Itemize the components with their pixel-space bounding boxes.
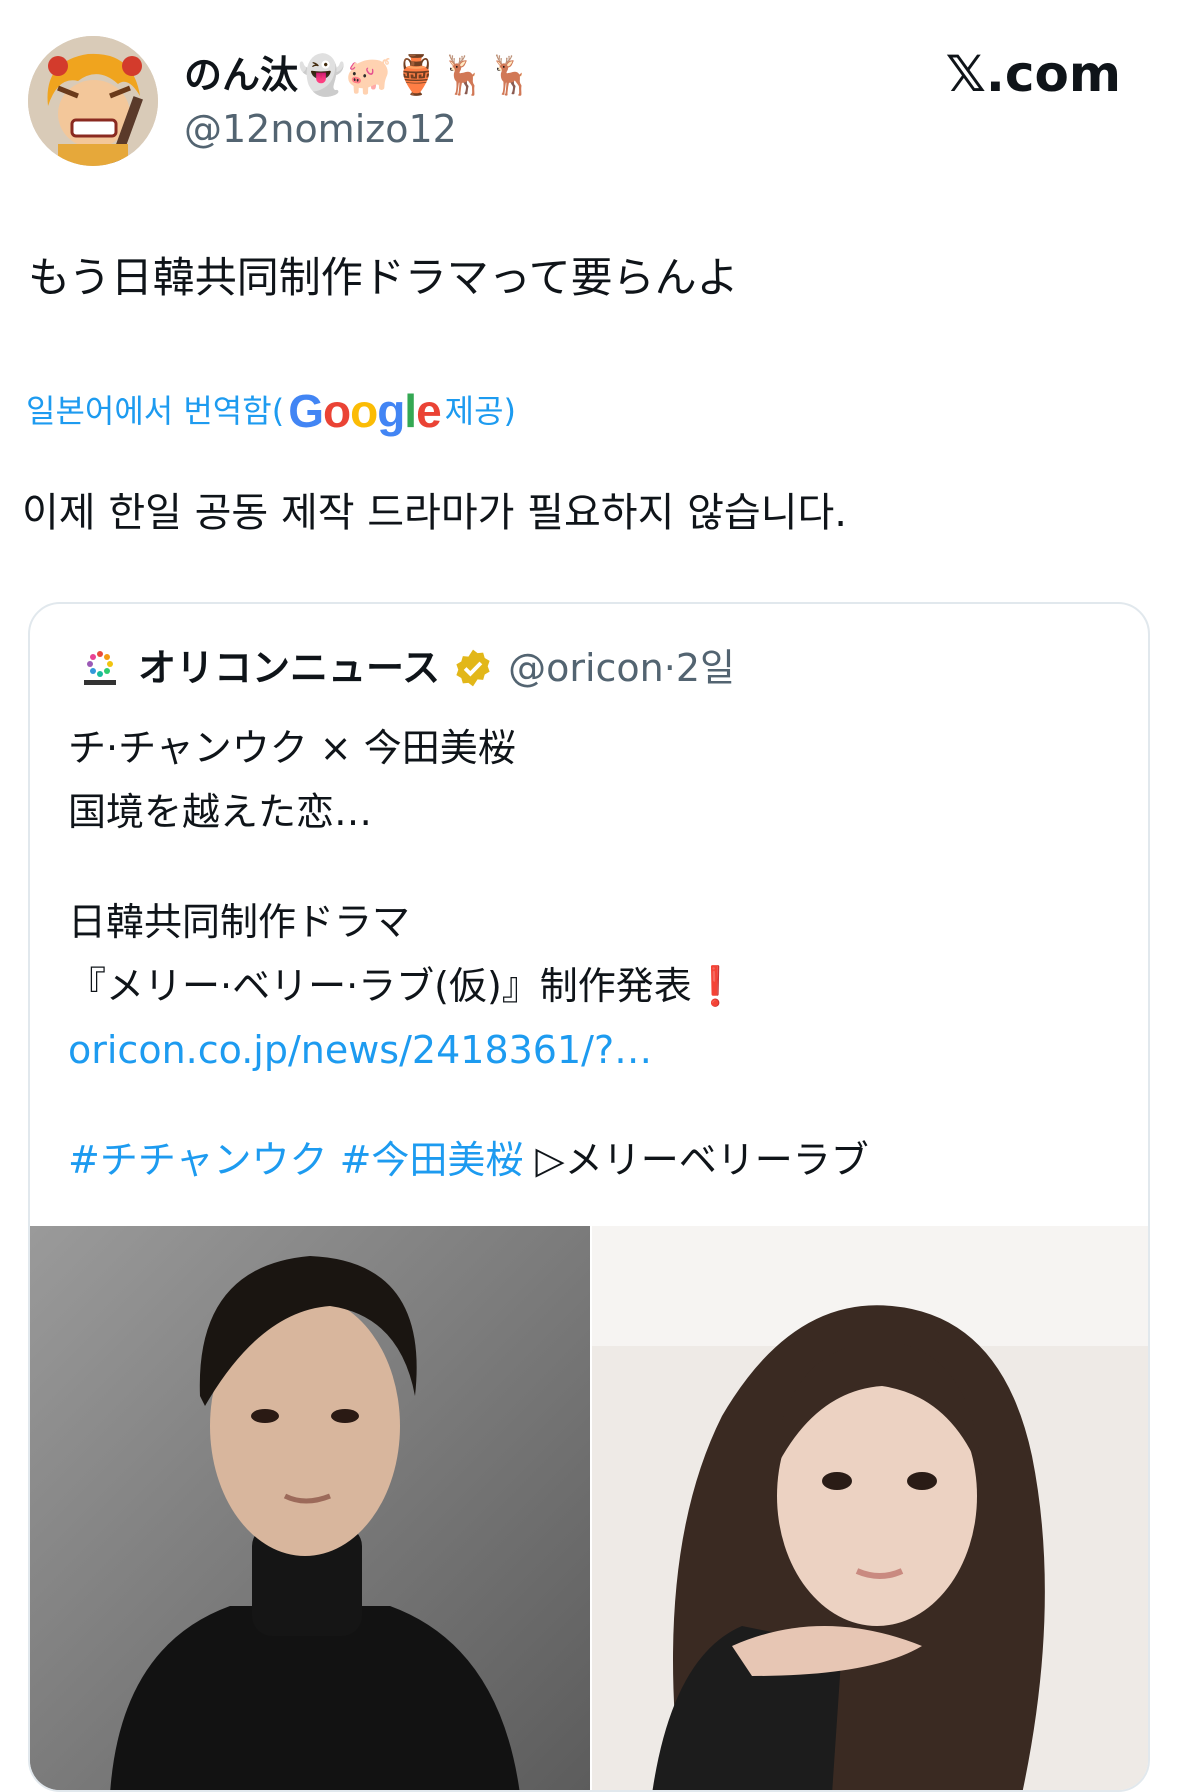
- meta-separator: ·: [663, 646, 676, 690]
- verified-badge-icon: [456, 649, 490, 687]
- actor-photo[interactable]: [30, 1226, 590, 1790]
- hashtag-line: #チチャンウク #今田美桜 ▷メリーベリーラブ: [68, 1128, 869, 1192]
- article-link[interactable]: oricon.co.jp/news/2418361/?…: [68, 1018, 869, 1082]
- quoted-line: チ·チャンウク × 今田美桜: [68, 726, 516, 770]
- quoted-tweet-card[interactable]: オリコンニュース @oricon · 2일 チ·チャンウク × 今田美桜 国境を…: [28, 602, 1150, 1792]
- actress-photo[interactable]: [592, 1226, 1148, 1790]
- quoted-tweet-body: チ·チャンウク × 今田美桜 国境を越えた恋… 日韓共同制作ドラマ 『メリー·ベ…: [68, 716, 869, 1192]
- user-handle[interactable]: @12nomizo12: [184, 106, 457, 152]
- quoted-author[interactable]: オリコンニュース @oricon · 2일: [138, 642, 735, 694]
- hashtag-link[interactable]: #チチャンウク: [68, 1138, 327, 1182]
- hashtag-link[interactable]: #今田美桜: [340, 1138, 524, 1182]
- display-name[interactable]: のん汰👻🐖🏺🦌🦌: [184, 52, 535, 98]
- oricon-logo-icon: [84, 651, 116, 685]
- tweet-text: もう日韓共同制作ドラマって要らんよ: [28, 253, 739, 302]
- quoted-handle: @oricon: [508, 646, 664, 690]
- quoted-line: 日韓共同制作ドラマ: [68, 900, 411, 944]
- translate-suffix: 제공): [444, 392, 517, 430]
- tweet-header: のん汰👻🐖🏺🦌🦌 @12nomizo12 𝕏.com: [0, 0, 1179, 190]
- avatar[interactable]: [28, 36, 158, 166]
- quoted-line: 『メリー·ベリー·ラブ(仮)』制作発表❗: [68, 964, 740, 1008]
- x-com-label: 𝕏.com: [945, 45, 1121, 103]
- hashtag-tail: ▷メリーベリーラブ: [535, 1138, 869, 1182]
- translation-attribution[interactable]: 일본어에서 번역함( Google 제공): [26, 386, 516, 436]
- quoted-line: 国境を越えた恋…: [68, 790, 373, 834]
- quoted-time: 2일: [675, 646, 735, 690]
- translate-prefix: 일본어에서 번역함(: [26, 392, 285, 430]
- google-logo: Google: [288, 385, 441, 437]
- translated-text: 이제 한일 공동 제작 드라마가 필요하지 않습니다.: [22, 490, 848, 536]
- quoted-author-name: オリコンニュース: [138, 646, 441, 690]
